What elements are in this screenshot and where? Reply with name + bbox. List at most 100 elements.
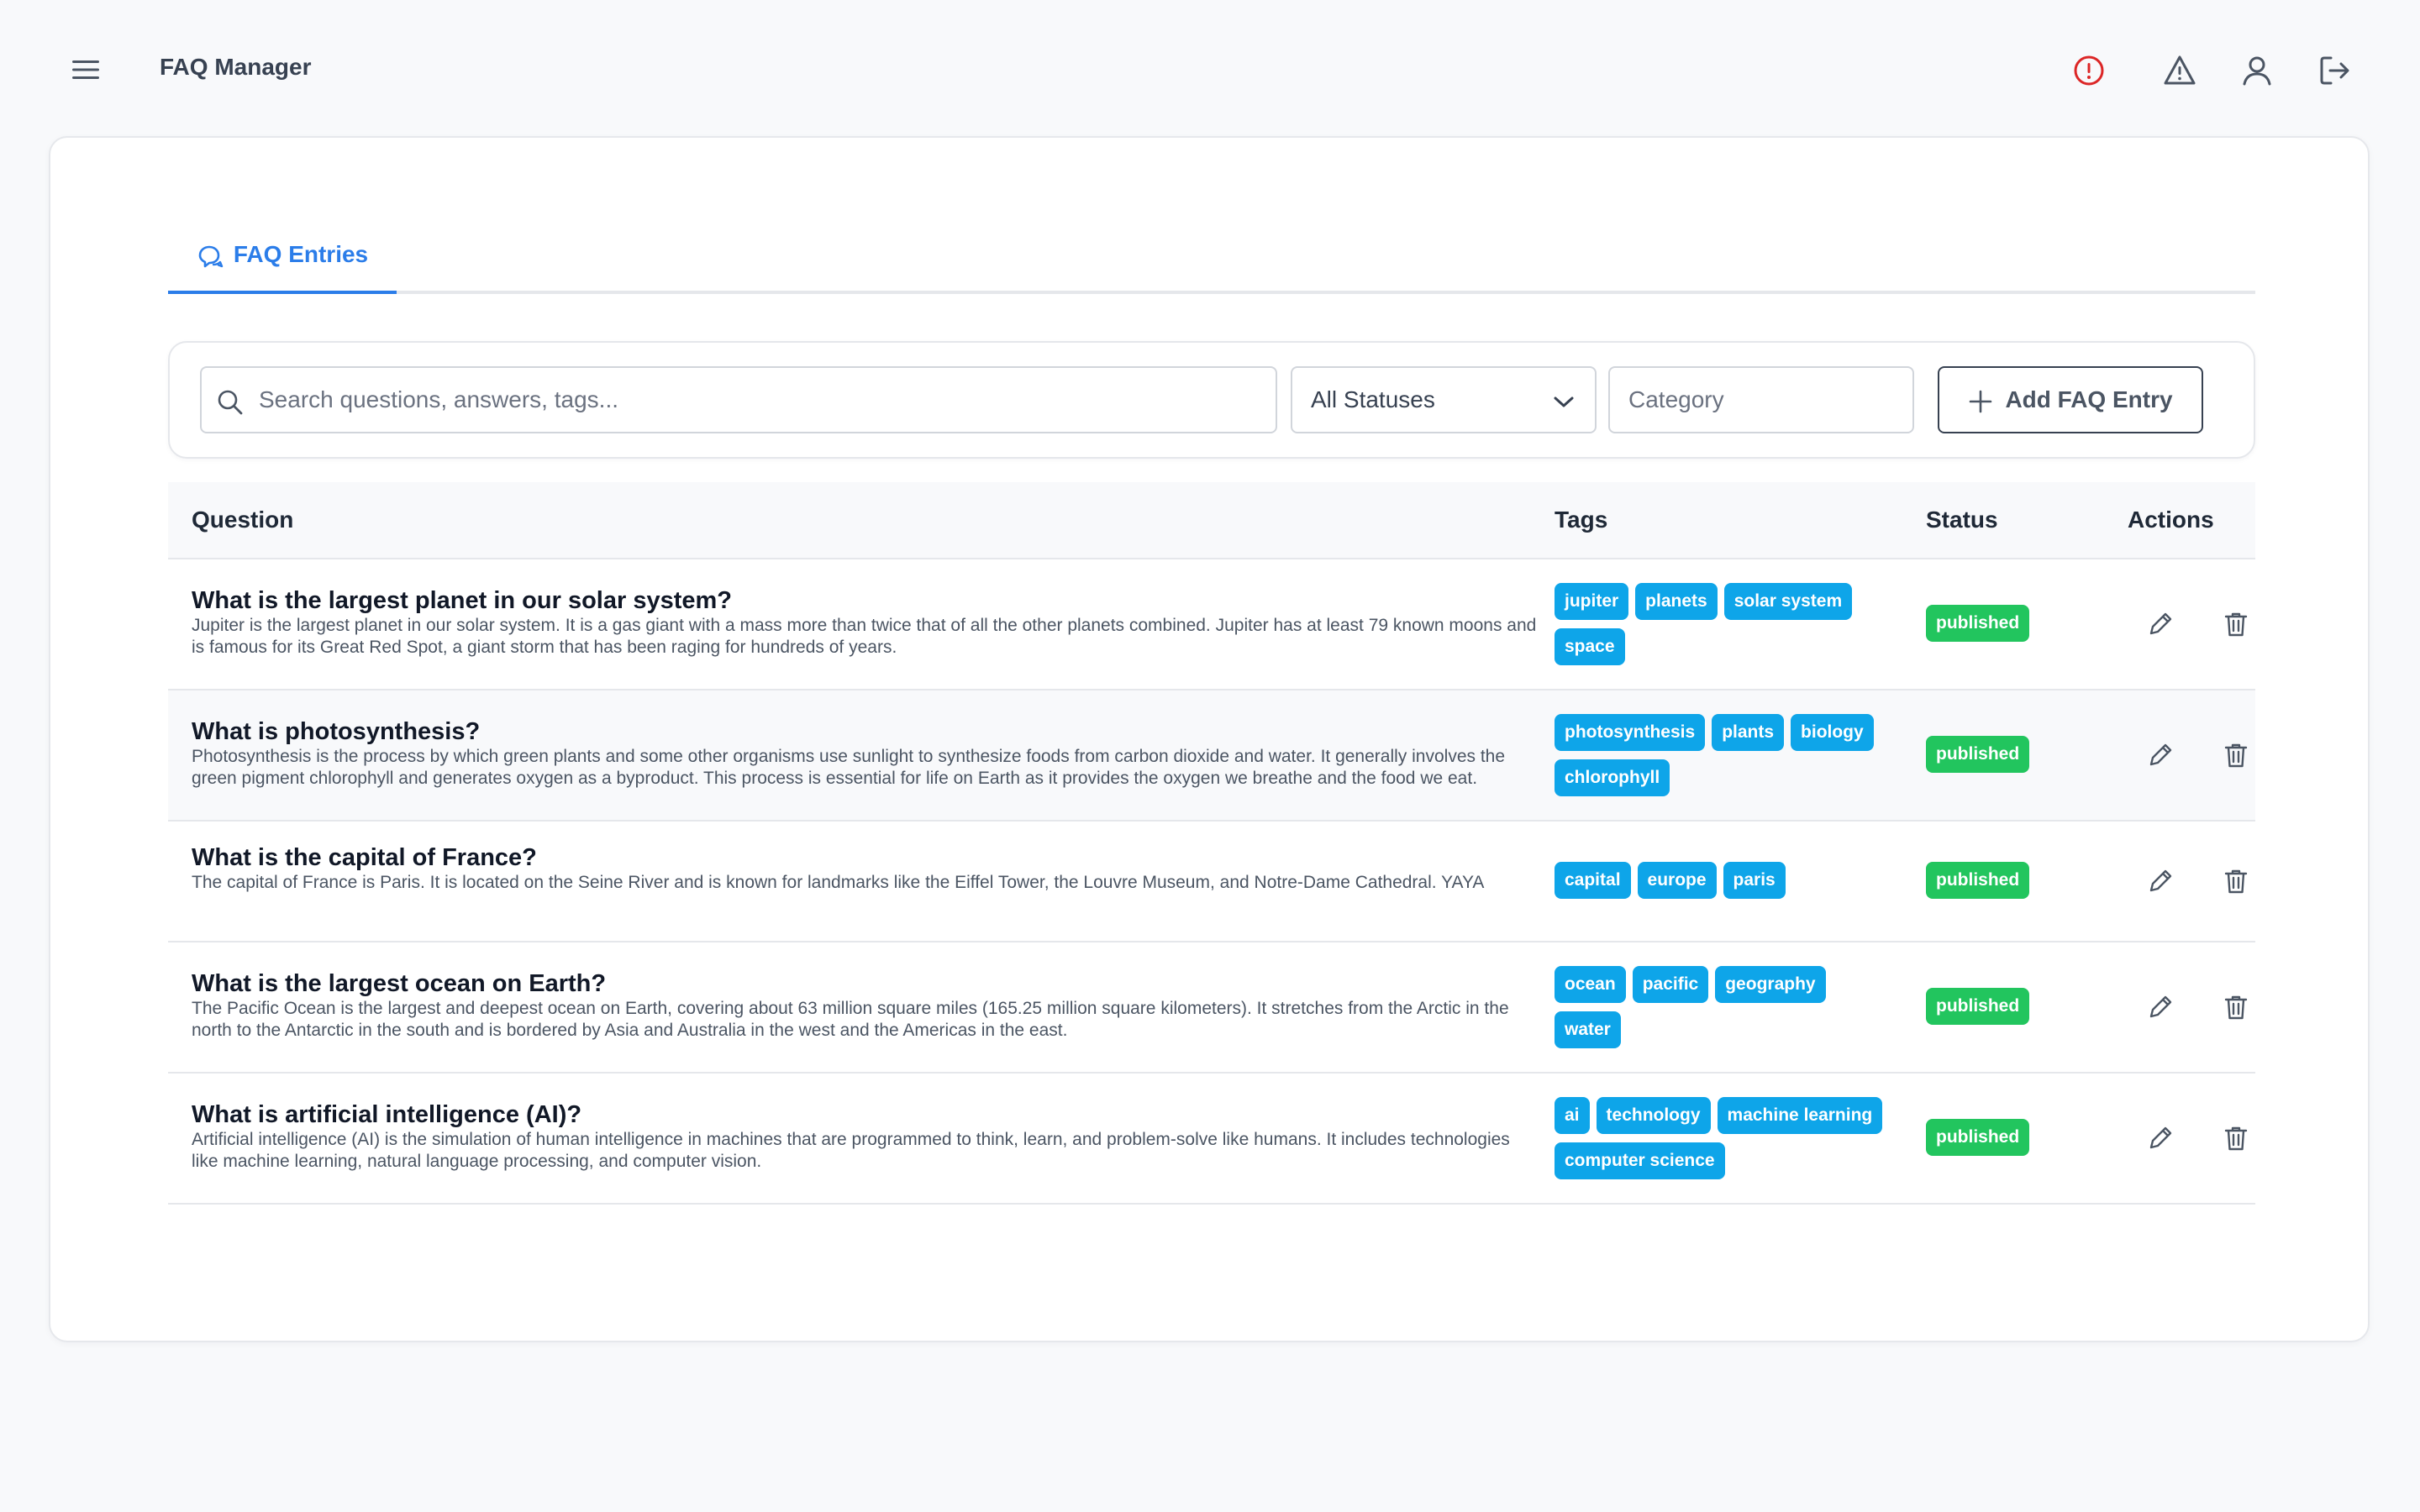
tag-badge: biology: [1791, 714, 1874, 751]
plus-svg: [1970, 390, 1992, 413]
tags-cell: jupiter planets solar system space: [1555, 583, 1891, 665]
table-row[interactable]: What is photosynthesis? Photosynthesis i…: [168, 690, 2255, 822]
app-title: FAQ Manager: [160, 54, 312, 80]
tag-badge: photosynthesis: [1555, 714, 1706, 751]
error-alert-icon[interactable]: [2070, 52, 2107, 89]
question-cell: What is the largest ocean on Earth? The …: [192, 969, 1553, 1042]
column-header-actions: Actions: [2128, 507, 2214, 533]
edit-pencil-icon[interactable]: [2144, 991, 2176, 1023]
table-row[interactable]: What is artificial intelligence (AI)? Ar…: [168, 1074, 2255, 1205]
tag-badge: capital: [1555, 862, 1631, 899]
question-cell: What is photosynthesis? Photosynthesis i…: [192, 717, 1511, 790]
delete-trash-icon[interactable]: [2220, 991, 2252, 1023]
plus-icon: [1968, 389, 1993, 414]
delete-trash-icon[interactable]: [2220, 739, 2252, 771]
question-title: What is the largest planet in our solar …: [192, 587, 732, 614]
edit-pencil-svg: [2149, 869, 2172, 892]
warning-svg: [2164, 55, 2196, 85]
category-input[interactable]: [1628, 386, 1881, 413]
category-field: [1608, 366, 1914, 433]
answer-preview: Photosynthesis is the process by which g…: [192, 747, 1506, 788]
answer-preview: The Pacific Ocean is the largest and dee…: [192, 999, 1509, 1040]
actions-cell: [2144, 865, 2252, 897]
delete-trash-svg: [2224, 1126, 2248, 1151]
chat-bubbles-svg: [198, 245, 224, 268]
status-badge: published: [1926, 1119, 2030, 1156]
main-card: FAQ Entries All Statuses: [49, 136, 2370, 1342]
tags-cell: capital europe paris: [1555, 862, 1891, 899]
tag-badge: chlorophyll: [1555, 759, 1670, 796]
add-faq-entry-button[interactable]: Add FAQ Entry: [1938, 366, 2203, 433]
actions-cell: [2144, 991, 2252, 1023]
question-title: What is the largest ocean on Earth?: [192, 970, 607, 997]
search-icon: [213, 386, 247, 419]
tag-badge: computer science: [1555, 1142, 1725, 1179]
status-badge: published: [1926, 862, 2030, 899]
status-cell: published: [1926, 862, 2030, 899]
column-header-tags: Tags: [1555, 507, 1608, 533]
actions-cell: [2144, 1122, 2252, 1154]
search-box: [200, 366, 1277, 433]
status-cell: published: [1926, 605, 2030, 642]
tag-badge: paris: [1723, 862, 1786, 899]
status-badge: published: [1926, 988, 2030, 1025]
table-row[interactable]: What is the largest planet in our solar …: [168, 559, 2255, 690]
edit-pencil-icon[interactable]: [2144, 1122, 2176, 1154]
hamburger-menu-svg: [72, 60, 99, 79]
question-title: What is the capital of France?: [192, 844, 537, 871]
table-row[interactable]: What is the largest ocean on Earth? The …: [168, 942, 2255, 1074]
question-cell: What is the capital of France? The capit…: [192, 843, 1511, 894]
edit-pencil-svg: [2149, 612, 2172, 635]
delete-trash-icon[interactable]: [2220, 608, 2252, 640]
logout-svg: [2320, 56, 2349, 85]
tag-badge: solar system: [1723, 583, 1853, 620]
chevron-down-svg: [1554, 396, 1574, 407]
logout-icon[interactable]: [2316, 52, 2353, 89]
tags-cell: ocean pacific geography water: [1555, 966, 1891, 1048]
chat-bubbles-icon: [197, 244, 224, 270]
tag-badge: water: [1555, 1011, 1621, 1048]
question-title: What is photosynthesis?: [192, 718, 481, 745]
status-filter-select[interactable]: All Statuses: [1291, 366, 1597, 433]
table-header: Question Tags Status Actions: [168, 482, 2255, 559]
answer-preview: The capital of France is Paris. It is lo…: [192, 873, 1485, 892]
user-svg: [2243, 56, 2271, 86]
delete-trash-svg: [2224, 743, 2248, 768]
answer-preview: Artificial intelligence (AI) is the simu…: [192, 1130, 1510, 1171]
delete-trash-icon[interactable]: [2220, 865, 2252, 897]
tag-badge: europe: [1637, 862, 1717, 899]
tags-cell: ai technology machine learning computer …: [1555, 1097, 1891, 1179]
filter-bar: All Statuses Add FAQ Entry: [168, 341, 2255, 459]
edit-pencil-icon[interactable]: [2144, 865, 2176, 897]
hamburger-menu-icon[interactable]: [69, 55, 103, 84]
tag-badge: ai: [1555, 1097, 1590, 1134]
tag-badge: technology: [1596, 1097, 1711, 1134]
tag-badge: planets: [1635, 583, 1718, 620]
search-svg: [218, 390, 243, 415]
search-input[interactable]: [259, 386, 1250, 413]
delete-trash-svg: [2224, 612, 2248, 637]
tag-badge: ocean: [1555, 966, 1626, 1003]
user-icon[interactable]: [2238, 52, 2275, 89]
status-cell: published: [1926, 1119, 2030, 1156]
column-header-question: Question: [192, 507, 294, 533]
delete-trash-icon[interactable]: [2220, 1122, 2252, 1154]
actions-cell: [2144, 739, 2252, 771]
status-cell: published: [1926, 736, 2030, 773]
edit-pencil-svg: [2149, 743, 2172, 766]
question-cell: What is the largest planet in our solar …: [192, 586, 1553, 659]
tag-badge: jupiter: [1555, 583, 1629, 620]
answer-preview: Jupiter is the largest planet in our sol…: [192, 616, 1537, 657]
warning-icon[interactable]: [2161, 52, 2198, 89]
edit-pencil-icon[interactable]: [2144, 608, 2176, 640]
tab-faq-entries[interactable]: FAQ Entries: [168, 218, 397, 294]
edit-pencil-svg: [2149, 1126, 2172, 1149]
edit-pencil-icon[interactable]: [2144, 739, 2176, 771]
delete-trash-svg: [2224, 995, 2248, 1020]
table-row[interactable]: What is the capital of France? The capit…: [168, 822, 2255, 942]
question-title: What is artificial intelligence (AI)?: [192, 1101, 582, 1128]
delete-trash-svg: [2224, 869, 2248, 894]
faq-table: Question Tags Status Actions What is the…: [168, 482, 2255, 1205]
tag-badge: space: [1555, 628, 1625, 665]
tab-bar: FAQ Entries: [168, 218, 2255, 294]
